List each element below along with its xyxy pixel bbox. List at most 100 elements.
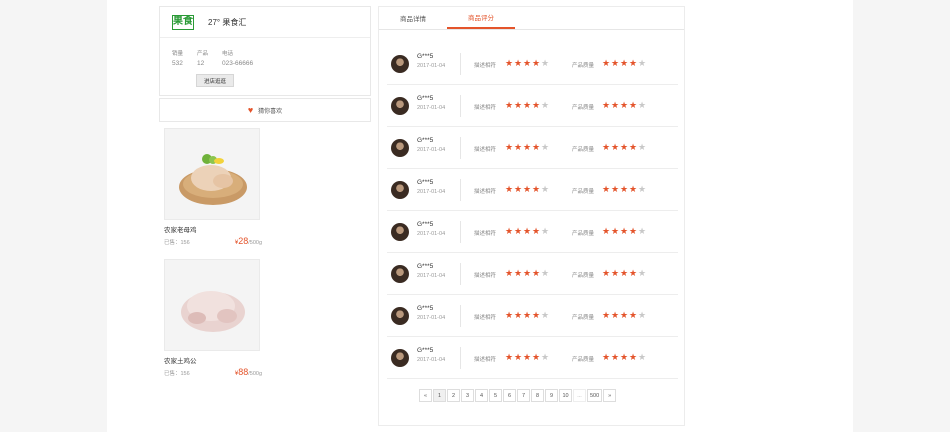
heart-icon: ♥ — [247, 105, 254, 115]
star-filled-icon: ★ — [602, 268, 611, 278]
page-next-button[interactable]: » — [603, 389, 617, 402]
star-filled-icon: ★ — [532, 226, 541, 236]
page-button[interactable]: 10 — [559, 389, 572, 402]
desc-rating-stars: ★ ★ ★ ★ ★ — [505, 59, 550, 68]
quality-rating-stars: ★ ★ ★ ★ ★ — [602, 227, 647, 236]
page-button[interactable]: 8 — [531, 389, 544, 402]
product-card[interactable]: 农家土鸡公 已售：156 ¥88/500g — [164, 259, 262, 377]
tab-product-rating[interactable]: 商品评分 — [447, 7, 515, 29]
review-user: G***5 2017-01-04 — [417, 94, 461, 117]
page-button[interactable]: 2 — [447, 389, 460, 402]
product-image[interactable] — [164, 259, 260, 351]
product-price: ¥88/500g — [235, 367, 262, 377]
review-row: G***5 2017-01-04 描述相符 ★ ★ ★ ★ ★ 产品质量 ★ ★ ★ ★ ★ — [387, 127, 678, 169]
page-button[interactable]: 1 — [433, 389, 446, 402]
review-date: 2017-01-04 — [417, 146, 446, 153]
visit-shop-button[interactable]: 进店逛逛 — [196, 74, 234, 87]
product-sold: 已售：156 — [164, 240, 190, 246]
shop-stat-phone: 电话 023-66666 — [222, 49, 253, 67]
review-date: 2017-01-04 — [417, 314, 446, 321]
review-user: G***5 2017-01-04 — [417, 262, 461, 285]
quality-rating-stars: ★ ★ ★ ★ ★ — [602, 101, 647, 110]
avatar[interactable] — [391, 96, 409, 115]
review-username: G***5 — [417, 346, 434, 354]
star-filled-icon: ★ — [611, 226, 620, 236]
product-image[interactable] — [164, 128, 260, 220]
shop-stats: 销量 532 产品 12 电话 023-66666 — [160, 38, 370, 67]
stat-value: 532 — [172, 60, 183, 67]
page-button[interactable]: 6 — [503, 389, 516, 402]
star-filled-icon: ★ — [523, 310, 532, 320]
shop-logo[interactable]: 果食 — [172, 14, 194, 30]
star-empty-icon: ★ — [638, 268, 647, 278]
desc-rating-stars: ★ ★ ★ ★ ★ — [505, 227, 550, 236]
avatar[interactable] — [391, 138, 409, 157]
star-empty-icon: ★ — [638, 184, 647, 194]
price-unit: /500g — [248, 371, 262, 377]
star-empty-icon: ★ — [638, 310, 647, 320]
star-filled-icon: ★ — [532, 184, 541, 194]
star-filled-icon: ★ — [620, 226, 629, 236]
review-user: G***5 2017-01-04 — [417, 52, 461, 75]
product-price: ¥28/500g — [235, 236, 262, 246]
star-filled-icon: ★ — [523, 268, 532, 278]
guess-you-like-header[interactable]: ♥ 猜你喜欢 — [159, 98, 371, 122]
quality-rating-label: 产品质量 — [572, 147, 595, 153]
avatar[interactable] — [391, 180, 409, 199]
avatar[interactable] — [391, 264, 409, 283]
guess-you-like-label: 猜你喜欢 — [258, 108, 283, 115]
star-filled-icon: ★ — [505, 184, 514, 194]
star-filled-icon: ★ — [602, 142, 611, 152]
star-filled-icon: ★ — [611, 268, 620, 278]
page-button[interactable]: 500 — [587, 389, 603, 402]
review-row: G***5 2017-01-04 描述相符 ★ ★ ★ ★ ★ 产品质量 ★ ★ ★ ★ ★ — [387, 337, 678, 379]
page-button[interactable]: 7 — [517, 389, 530, 402]
desc-rating-label: 描述相符 — [474, 315, 497, 321]
star-filled-icon: ★ — [602, 58, 611, 68]
product-name[interactable]: 农家土鸡公 — [164, 355, 262, 365]
star-filled-icon: ★ — [505, 310, 514, 320]
page-prev-button[interactable]: « — [419, 389, 432, 402]
star-filled-icon: ★ — [523, 142, 532, 152]
shop-card: 果食 27° 果食汇 销量 532 产品 12 电话 023-66666 进店逛… — [159, 6, 371, 96]
page-button[interactable]: 3 — [461, 389, 474, 402]
desc-rating-label: 描述相符 — [474, 273, 497, 279]
page-button[interactable]: 5 — [489, 389, 502, 402]
desc-rating-stars: ★ ★ ★ ★ ★ — [505, 269, 550, 278]
stat-label: 产品 — [197, 51, 209, 57]
quality-rating-stars: ★ ★ ★ ★ ★ — [602, 185, 647, 194]
review-row: G***5 2017-01-04 描述相符 ★ ★ ★ ★ ★ 产品质量 ★ ★ ★ ★ ★ — [387, 43, 678, 85]
review-username: G***5 — [417, 136, 434, 144]
review-username: G***5 — [417, 220, 434, 228]
star-filled-icon: ★ — [505, 142, 514, 152]
review-username: G***5 — [417, 178, 434, 186]
avatar[interactable] — [391, 306, 409, 325]
review-row: G***5 2017-01-04 描述相符 ★ ★ ★ ★ ★ 产品质量 ★ ★ ★ ★ ★ — [387, 295, 678, 337]
page-button[interactable]: 9 — [545, 389, 558, 402]
star-filled-icon: ★ — [532, 310, 541, 320]
star-filled-icon: ★ — [611, 58, 620, 68]
review-user: G***5 2017-01-04 — [417, 136, 461, 159]
star-filled-icon: ★ — [505, 226, 514, 236]
tab-product-details[interactable]: 商品详情 — [379, 7, 447, 29]
star-filled-icon: ★ — [629, 226, 638, 236]
product-name[interactable]: 农家老母鸡 — [164, 224, 262, 234]
review-date: 2017-01-04 — [417, 272, 446, 279]
review-row: G***5 2017-01-04 描述相符 ★ ★ ★ ★ ★ 产品质量 ★ ★ ★ ★ ★ — [387, 211, 678, 253]
avatar[interactable] — [391, 54, 409, 73]
review-date: 2017-01-04 — [417, 62, 446, 69]
review-username: G***5 — [417, 52, 434, 60]
avatar[interactable] — [391, 222, 409, 241]
review-username: G***5 — [417, 262, 434, 270]
product-card[interactable]: 农家老母鸡 已售：156 ¥28/500g — [164, 128, 262, 246]
shop-name[interactable]: 27° 果食汇 — [208, 17, 246, 28]
star-empty-icon: ★ — [638, 58, 647, 68]
desc-rating-stars: ★ ★ ★ ★ ★ — [505, 101, 550, 110]
star-filled-icon: ★ — [629, 268, 638, 278]
review-date: 2017-01-04 — [417, 356, 446, 363]
avatar[interactable] — [391, 348, 409, 367]
star-filled-icon: ★ — [523, 100, 532, 110]
page-button[interactable]: 4 — [475, 389, 488, 402]
star-filled-icon: ★ — [505, 100, 514, 110]
tab-bar: 商品详情 商品评分 — [379, 7, 684, 30]
